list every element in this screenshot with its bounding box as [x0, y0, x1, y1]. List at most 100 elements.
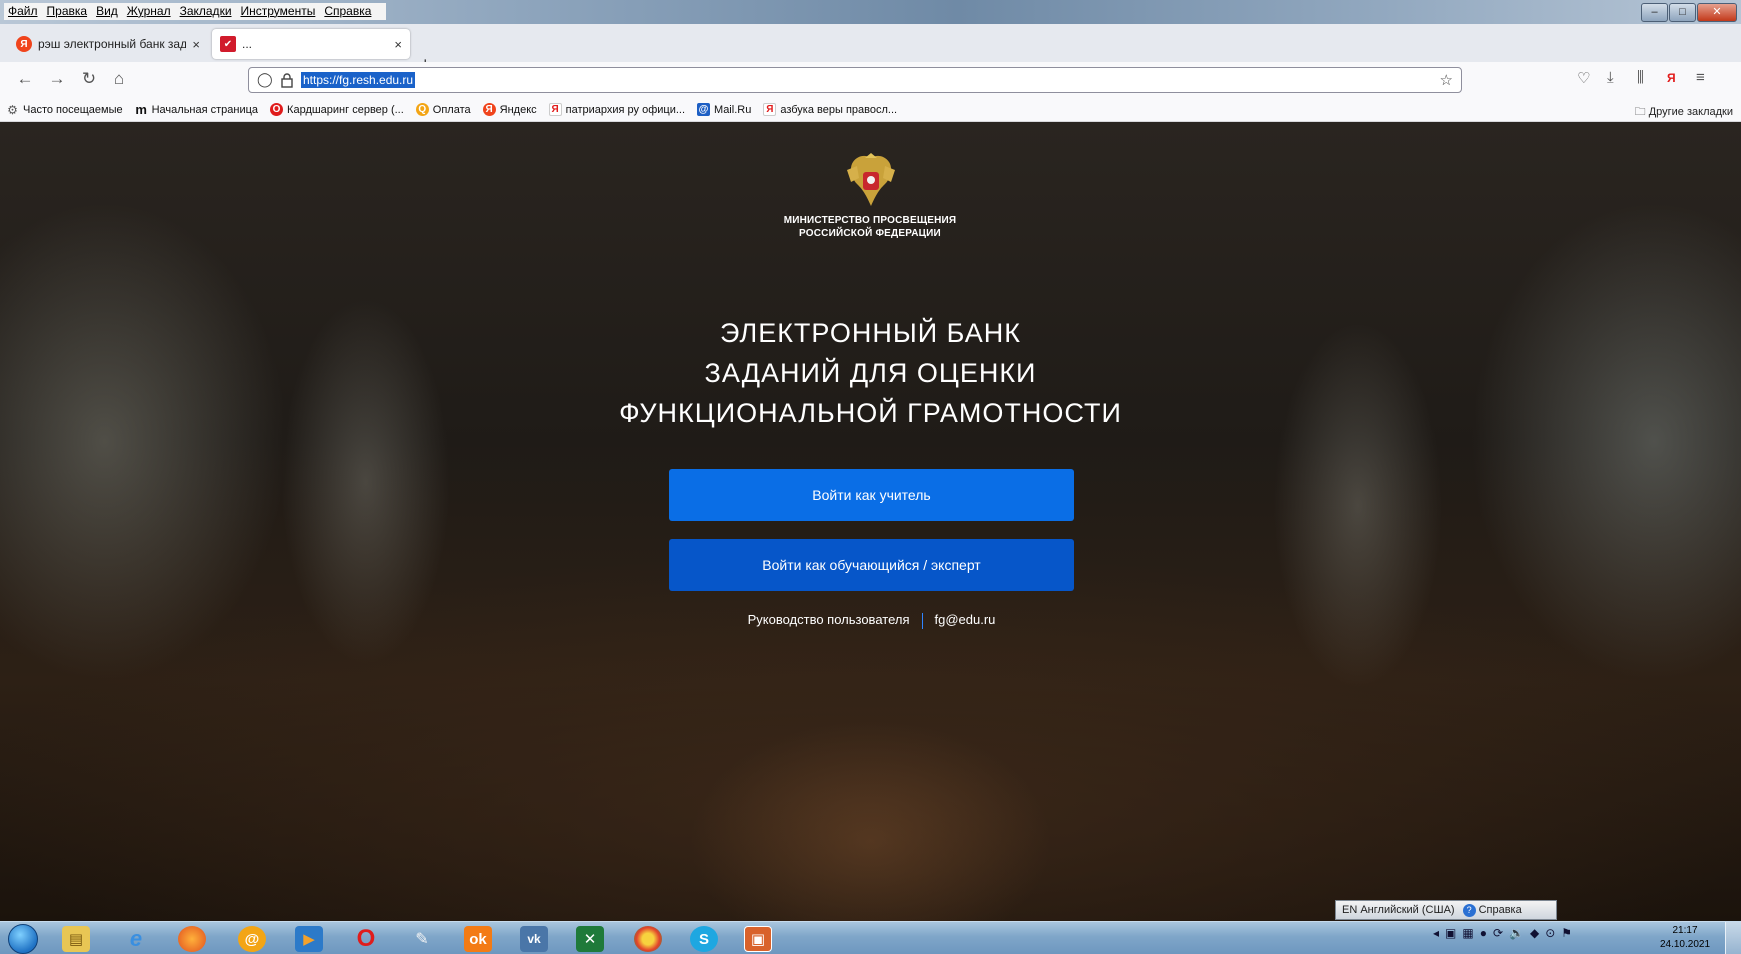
tray-network-icon[interactable]: ▦: [1462, 926, 1473, 940]
tab-title: рэш электронный банк задани: [38, 37, 187, 51]
lock-icon[interactable]: [281, 73, 293, 88]
download-icon[interactable]: ⤓: [1607, 69, 1614, 86]
clock-date: 24.10.2021: [1659, 939, 1711, 950]
tab-active[interactable]: ✔ ... ×: [212, 29, 410, 59]
tray-update-icon[interactable]: ⊙: [1545, 926, 1555, 940]
tray-shield-icon[interactable]: ▣: [1445, 926, 1456, 940]
bookmark-yandex[interactable]: Я Яндекс: [482, 103, 537, 116]
skype-icon[interactable]: S: [690, 926, 718, 952]
bookmark-label: Кардшаринг сервер (...: [287, 103, 404, 116]
bookmark-label: Часто посещаемые: [23, 103, 123, 116]
show-desktop-button[interactable]: [1725, 922, 1741, 954]
vk-icon[interactable]: vk: [520, 926, 548, 952]
odnoklassniki-icon[interactable]: ok: [464, 926, 492, 952]
m-logo-icon: m: [135, 102, 147, 117]
bookmark-cardsharing[interactable]: O Кардшаринг сервер (...: [270, 103, 404, 116]
coat-of-arms-icon: [847, 153, 895, 206]
url-text[interactable]: https://fg.resh.edu.ru: [301, 72, 416, 88]
mail-agent-icon[interactable]: @: [238, 926, 266, 952]
menu-view[interactable]: Вид: [96, 4, 118, 18]
internet-explorer-icon[interactable]: e: [122, 926, 150, 952]
opera-icon: O: [270, 103, 284, 116]
opera-browser-icon[interactable]: O: [352, 925, 380, 952]
yandex-icon: Я: [16, 36, 32, 52]
menu-file[interactable]: Файл: [8, 4, 38, 18]
hamburger-menu-icon[interactable]: ≡: [1696, 69, 1705, 86]
link-separator: [921, 612, 923, 629]
shield-icon[interactable]: ◯: [257, 71, 273, 88]
tab-bar: Я рэш электронный банк задани × ✔ ... × …: [0, 24, 1741, 74]
yandex-icon: Я: [548, 103, 562, 116]
bookmark-label: патриархия ру офици...: [565, 103, 686, 116]
bookmark-start-page[interactable]: m Начальная страница: [135, 102, 258, 117]
chrome-icon[interactable]: [634, 926, 662, 952]
email-link[interactable]: fg@edu.ru: [935, 612, 996, 627]
bookmark-label: азбука веры правосл...: [780, 103, 898, 116]
menu-help[interactable]: Справка: [324, 4, 371, 18]
close-tab-icon[interactable]: ×: [192, 37, 200, 52]
user-guide-link[interactable]: Руководство пользователя: [748, 612, 910, 627]
bookmark-patriarchia[interactable]: Я патриархия ру офици...: [548, 103, 686, 116]
gear-icon: ⚙: [7, 102, 18, 117]
browser-chrome: Файл Правка Вид Журнал Закладки Инструме…: [0, 0, 1741, 122]
tray-mail-icon[interactable]: ●: [1480, 926, 1487, 940]
language-bar[interactable]: EN Английский (США) ? Справка: [1335, 900, 1557, 920]
tray-flag-icon[interactable]: ⚑: [1561, 926, 1572, 940]
taskbar: ▤ e @ ▶ O ✎ ok vk ✕ S ▣ ◂ ▣ ▦ ● ⟳ 🔉 ◆ ⊙ …: [0, 921, 1741, 954]
maximize-button[interactable]: □: [1669, 3, 1696, 22]
tray-sync-icon[interactable]: ⟳: [1493, 926, 1503, 940]
bookmark-payment[interactable]: Q Оплата: [415, 103, 471, 116]
language-label[interactable]: EN Английский (США): [1342, 904, 1455, 916]
start-button[interactable]: [8, 924, 38, 954]
menu-bookmarks[interactable]: Закладки: [180, 4, 232, 18]
bookmark-label: Оплата: [432, 103, 471, 116]
login-student-expert-button[interactable]: Войти как обучающийся / эксперт: [669, 539, 1074, 591]
login-teacher-button[interactable]: Войти как учитель: [669, 469, 1074, 521]
bookmark-mailru[interactable]: @ Mail.Ru: [697, 103, 751, 116]
volume-icon[interactable]: 🔉: [1509, 926, 1524, 940]
bookmark-most-visited[interactable]: ⚙ Часто посещаемые: [6, 102, 123, 117]
minimize-button[interactable]: –: [1641, 3, 1668, 22]
checkmark-icon: ✔: [220, 36, 236, 52]
bookmark-star-icon[interactable]: ☆: [1440, 71, 1453, 89]
q-icon: Q: [415, 103, 429, 116]
bookmark-azbuka[interactable]: Я азбука веры правосл...: [763, 103, 897, 116]
clock-time: 21:17: [1672, 925, 1698, 936]
ministry-name-line1: МИНИСТЕРСТВО ПРОСВЕЩЕНИЯ: [783, 215, 957, 226]
forward-arrow-icon[interactable]: →: [46, 69, 68, 89]
page-title-line2: ЗАДАНИЙ ДЛЯ ОЦЕНКИ: [704, 358, 1037, 388]
url-bar[interactable]: ◯ https://fg.resh.edu.ru ☆: [248, 67, 1462, 93]
help-label[interactable]: Справка: [1479, 904, 1522, 916]
tray-arrow-icon[interactable]: ◂: [1433, 926, 1439, 940]
close-tab-icon[interactable]: ×: [394, 37, 402, 52]
book-icon[interactable]: ✎: [408, 926, 436, 952]
system-tray: ◂ ▣ ▦ ● ⟳ 🔉 ◆ ⊙ ⚑: [1433, 926, 1572, 940]
pocket-icon[interactable]: ♡: [1577, 69, 1590, 87]
bookmark-label: Mail.Ru: [714, 103, 752, 116]
excel-icon[interactable]: ✕: [576, 926, 604, 952]
tab-yandex-search[interactable]: Я рэш электронный банк задани ×: [8, 29, 208, 59]
close-window-button[interactable]: ✕: [1697, 3, 1737, 22]
system-clock[interactable]: 21:17 24.10.2021: [1655, 924, 1715, 952]
media-player-icon[interactable]: ▶: [295, 926, 323, 952]
help-icon: ?: [1462, 903, 1476, 917]
file-explorer-icon[interactable]: ▤: [62, 926, 90, 952]
other-bookmarks-label: Другие закладки: [1648, 106, 1733, 118]
menu-history[interactable]: Журнал: [127, 4, 171, 18]
back-arrow-icon[interactable]: ←: [14, 69, 36, 89]
menu-edit[interactable]: Правка: [47, 4, 88, 18]
page-title-line1: ЭЛЕКТРОННЫЙ БАНК: [719, 318, 1022, 348]
reload-icon[interactable]: ↻: [78, 69, 100, 89]
presentation-icon[interactable]: ▣: [744, 926, 772, 952]
library-icon[interactable]: ⫼: [1637, 69, 1644, 86]
yandex-icon: Я: [482, 103, 496, 116]
firefox-icon[interactable]: [178, 926, 206, 952]
tab-title: ...: [242, 37, 253, 51]
home-icon[interactable]: ⌂: [108, 69, 130, 89]
folder-icon: 🗀: [1634, 106, 1646, 118]
other-bookmarks[interactable]: 🗀 Другие закладки: [1635, 103, 1733, 122]
menu-tools[interactable]: Инструменты: [241, 4, 316, 18]
menu-list: Файл Правка Вид Журнал Закладки Инструме…: [4, 3, 387, 20]
tray-app-icon[interactable]: ◆: [1530, 926, 1539, 940]
yandex-ext-icon[interactable]: Я: [1667, 71, 1676, 85]
